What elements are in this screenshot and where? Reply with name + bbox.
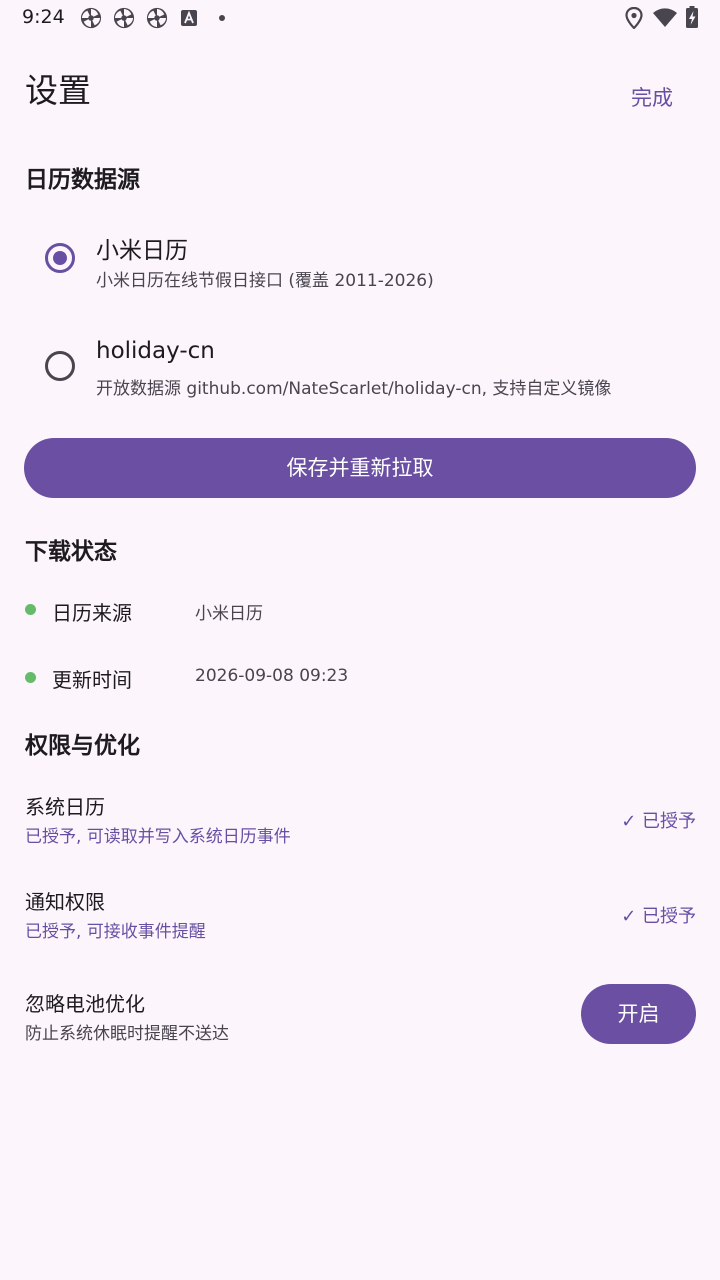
perm-title-battery-optimization: 忽略电池优化 xyxy=(25,992,145,1016)
location-icon xyxy=(625,7,643,29)
perm-title-system-calendar: 系统日历 xyxy=(25,795,105,819)
battery-charging-icon xyxy=(686,6,698,28)
status-dot xyxy=(25,672,36,683)
status-dot xyxy=(25,604,36,615)
enable-battery-optimization-button[interactable]: 开启 xyxy=(581,984,696,1044)
keyboard-a-icon xyxy=(181,10,197,26)
option-desc-holiday-cn: 开放数据源 github.com/NateScarlet/holiday-cn,… xyxy=(96,379,612,399)
section-title-download-status: 下载状态 xyxy=(25,539,117,565)
pinwheel-icon xyxy=(80,7,102,29)
perm-desc-notification: 已授予, 可接收事件提醒 xyxy=(25,922,206,942)
perm-desc-system-calendar: 已授予, 可读取并写入系统日历事件 xyxy=(25,827,291,847)
perm-state-system-calendar: ✓ 已授予 xyxy=(621,811,696,832)
wifi-icon xyxy=(653,8,677,27)
page-title: 设置 xyxy=(25,71,91,110)
notification-dot xyxy=(219,15,225,21)
status-value-updated: 2026-09-08 09:23 xyxy=(195,666,349,686)
option-title-holiday-cn[interactable]: holiday-cn xyxy=(96,338,215,364)
option-title-xiaomi[interactable]: 小米日历 xyxy=(96,231,188,265)
perm-title-notification: 通知权限 xyxy=(25,890,105,914)
status-value-source: 小米日历 xyxy=(195,604,263,624)
radio-xiaomi-calendar[interactable] xyxy=(45,243,75,273)
status-label-source: 日历来源 xyxy=(52,601,132,625)
status-bar-time: 9:24 xyxy=(22,6,65,28)
option-desc-xiaomi: 小米日历在线节假日接口 (覆盖 2011-2026) xyxy=(96,271,434,291)
perm-state-notification: ✓ 已授予 xyxy=(621,906,696,927)
pinwheel-icon xyxy=(113,7,135,29)
radio-holiday-cn[interactable] xyxy=(45,351,75,381)
done-button[interactable]: 完成 xyxy=(618,78,686,118)
pinwheel-icon xyxy=(146,7,168,29)
save-and-refetch-button[interactable]: 保存并重新拉取 xyxy=(24,438,696,498)
perm-desc-battery-optimization: 防止系统休眠时提醒不送达 xyxy=(25,1024,229,1044)
section-title-permissions: 权限与优化 xyxy=(25,733,140,759)
section-title-data-source: 日历数据源 xyxy=(25,167,140,193)
status-label-updated: 更新时间 xyxy=(52,668,132,692)
